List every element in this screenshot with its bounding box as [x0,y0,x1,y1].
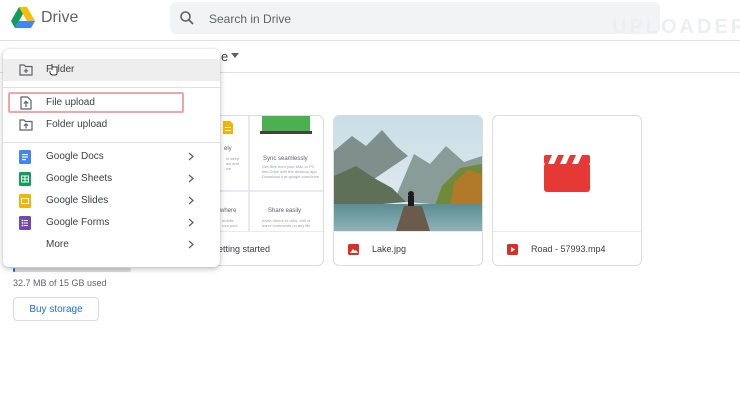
file-card[interactable]: Lake.jpg [333,115,483,266]
buy-storage-button[interactable]: Buy storage [13,297,99,321]
menu-item-label: Google Docs [46,151,104,162]
new-folder-icon [19,64,33,76]
menu-item-label: Folder upload [46,119,108,130]
new-menu: Folder File upload Folder upload Google … [3,49,220,267]
thumb-cell-title: Share easily [268,208,302,214]
file-card[interactable]: Road - 57993.mp4 [492,115,642,266]
breadcrumb-fragment[interactable]: e [221,49,228,64]
laptop-illustration-icon [260,116,312,134]
cursor-hand-icon [49,64,58,76]
image-file-icon [348,244,359,255]
folder-upload-icon [19,119,33,131]
file-name: etting started [218,244,271,254]
thumb-cell-title: Sync seamlessly [263,156,308,162]
thumb-cell-title: ely [224,146,232,152]
thumb-cell-text: to keep ies and ive [226,156,240,171]
docs-icon [223,121,233,134]
menu-separator [3,142,220,143]
app-name[interactable]: Drive [41,9,78,27]
storage-used-text: 32.7 MB of 15 GB used [13,278,107,288]
docs-icon [19,150,31,164]
search-bar[interactable] [170,2,660,34]
menu-item-label: Google Slides [46,195,109,206]
file-card-footer: Lake.jpg [334,231,482,265]
drive-logo-icon[interactable] [11,7,35,29]
menu-item-google-forms[interactable]: Google Forms [3,212,220,234]
menu-item-google-slides[interactable]: Google Slides [3,190,220,212]
menu-item-label: More [46,239,69,250]
file-name: Road - 57993.mp4 [531,244,606,254]
menu-item-folder[interactable]: Folder [3,59,220,81]
menu-item-label: File upload [46,97,95,108]
search-input[interactable] [207,8,631,30]
chevron-right-icon [188,174,194,183]
sheets-icon [19,172,31,186]
file-thumbnail [334,116,482,231]
top-bar: Drive UPLOADER [0,0,740,41]
search-icon[interactable] [179,10,195,26]
storage-meter [13,268,131,272]
chevron-right-icon [188,218,194,227]
menu-item-folder-upload[interactable]: Folder upload [3,114,220,136]
file-thumbnail [493,116,641,231]
menu-item-label: Google Sheets [46,173,113,184]
thumb-cell-title: where [220,208,237,214]
storage-meter-fill [13,268,16,272]
file-upload-icon [20,96,32,110]
menu-item-google-sheets[interactable]: Google Sheets [3,168,220,190]
video-file-icon [544,155,590,192]
menu-item-label: Google Forms [46,217,110,228]
forms-icon [19,216,31,230]
lake-photo-thumbnail [334,116,482,231]
chevron-right-icon [188,152,194,161]
thumb-cell-text: mobile rom your [222,218,238,228]
chevron-right-icon [188,196,194,205]
thumb-cell: Share easily Invite others to view, edit… [250,192,323,231]
menu-separator [3,87,220,88]
menu-item-google-docs[interactable]: Google Docs [3,146,220,168]
watermark: UPLOADER [612,16,740,38]
slides-icon [19,194,31,208]
thumb-cell-text: Get files from your Mac or PC into Drive … [262,164,319,179]
chevron-down-icon[interactable] [230,53,240,59]
menu-item-more[interactable]: More [3,234,220,256]
chevron-right-icon [188,240,194,249]
file-card-footer: Road - 57993.mp4 [493,231,641,265]
thumb-cell: Sync seamlessly Get files from your Mac … [250,116,323,190]
thumb-cell-text: Invite others to view, edit or leave comm… [262,218,311,228]
file-name: Lake.jpg [372,244,407,254]
menu-item-file-upload[interactable]: File upload [3,92,220,114]
video-file-icon [507,244,518,255]
